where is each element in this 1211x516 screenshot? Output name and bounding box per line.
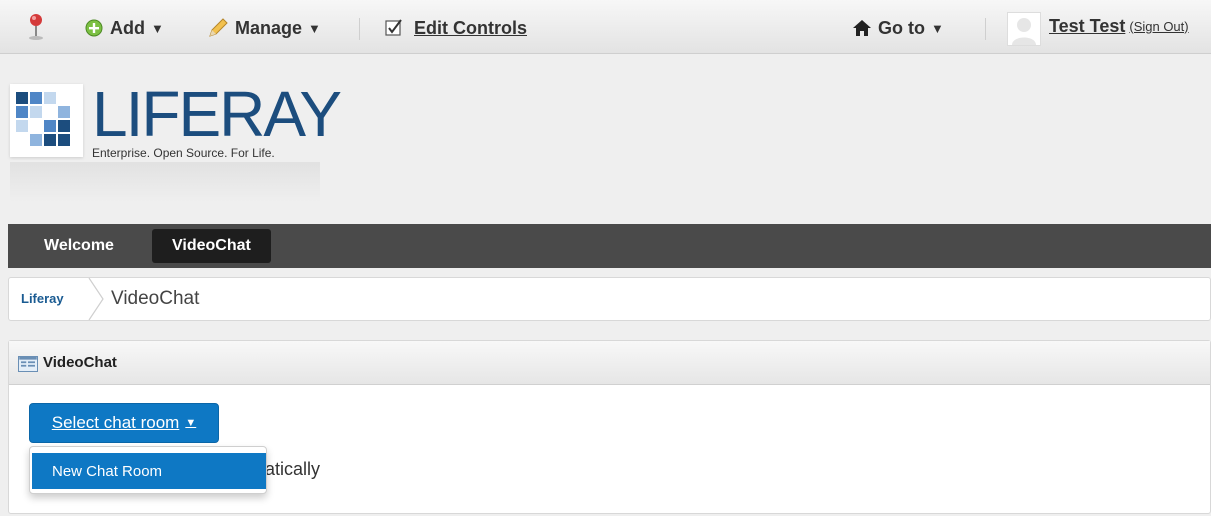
logo-wordmark: LIFERAY xyxy=(92,78,342,150)
portlet-header: VideoChat xyxy=(9,341,1210,385)
caret-down-icon: ▼ xyxy=(308,20,321,36)
videochat-portlet: VideoChat Select chat room ▼ atically Ne… xyxy=(8,340,1211,514)
nav-item-welcome[interactable]: Welcome xyxy=(24,229,134,263)
select-chat-room-button[interactable]: Select chat room ▼ xyxy=(29,403,219,443)
edit-controls-toggle[interactable]: Edit Controls xyxy=(384,15,527,41)
logo-tagline: Enterprise. Open Source. For Life. xyxy=(92,146,275,160)
breadcrumb: Liferay VideoChat xyxy=(8,277,1211,321)
dropdown-item-new-chat-room[interactable]: New Chat Room xyxy=(32,453,266,489)
avatar[interactable] xyxy=(1007,12,1041,46)
caret-down-icon: ▼ xyxy=(931,20,944,36)
caret-down-icon: ▼ xyxy=(185,417,197,429)
manage-menu[interactable]: Manage ▼ xyxy=(207,15,321,41)
breadcrumb-item-liferay[interactable]: Liferay xyxy=(21,291,64,306)
portlet-title: VideoChat xyxy=(43,354,117,371)
user-silhouette-icon xyxy=(1012,18,1036,45)
logo-mark[interactable] xyxy=(10,84,83,157)
divider xyxy=(985,18,986,40)
plus-circle-icon xyxy=(85,19,103,37)
nav-item-videochat[interactable]: VideoChat xyxy=(152,229,271,263)
obscured-status-text: atically xyxy=(265,459,321,479)
portlet-icon xyxy=(18,356,38,372)
edit-controls-label: Edit Controls xyxy=(414,17,527,38)
select-chat-room-label: Select chat room xyxy=(51,413,180,432)
breadcrumb-separator-icon xyxy=(88,278,104,320)
pin-icon[interactable] xyxy=(26,12,46,42)
goto-menu[interactable]: Go to ▼ xyxy=(852,15,944,41)
caret-down-icon: ▼ xyxy=(151,20,164,36)
divider xyxy=(359,18,360,40)
add-label: Add xyxy=(110,17,145,38)
logo-reflection xyxy=(10,162,320,202)
sign-out-link[interactable]: (Sign Out) xyxy=(1129,19,1188,34)
chat-room-dropdown: New Chat Room xyxy=(29,446,267,494)
main-navigation: Welcome VideoChat xyxy=(8,224,1211,268)
user-name-link[interactable]: Test Test xyxy=(1049,16,1125,37)
add-menu[interactable]: Add ▼ xyxy=(84,15,164,41)
manage-label: Manage xyxy=(235,17,303,38)
checkbox-icon xyxy=(385,19,402,36)
user-menu: Test Test (Sign Out) xyxy=(1049,13,1189,39)
pencil-icon xyxy=(209,18,228,37)
dockbar: Add ▼ Manage ▼ Edit Controls Go to ▼ Tes xyxy=(0,0,1211,54)
home-icon xyxy=(853,20,871,36)
breadcrumb-item-videochat: VideoChat xyxy=(111,288,200,309)
goto-label: Go to xyxy=(878,17,925,38)
